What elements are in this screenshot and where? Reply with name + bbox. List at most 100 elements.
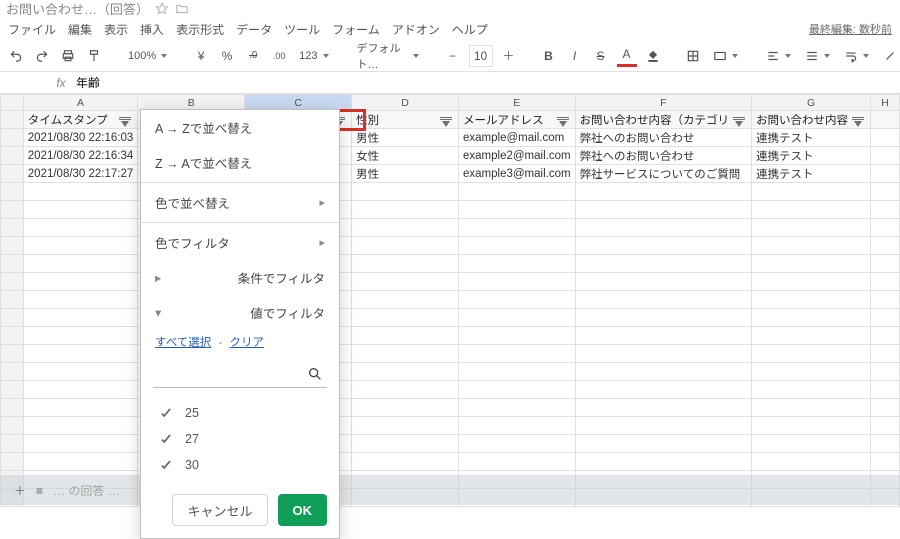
table-row[interactable] bbox=[1, 435, 900, 453]
cell[interactable] bbox=[352, 219, 459, 237]
cell[interactable] bbox=[352, 435, 459, 453]
cell[interactable] bbox=[459, 435, 576, 453]
percent-icon[interactable]: % bbox=[217, 45, 237, 67]
cell[interactable] bbox=[459, 309, 576, 327]
menu-edit[interactable]: 編集 bbox=[68, 21, 92, 38]
cell[interactable] bbox=[23, 237, 138, 255]
cell[interactable] bbox=[752, 327, 871, 345]
row-header[interactable] bbox=[1, 399, 24, 417]
ok-button[interactable]: OK bbox=[278, 494, 328, 526]
cell[interactable] bbox=[575, 363, 752, 381]
cell[interactable] bbox=[752, 345, 871, 363]
table-row[interactable]: 2021/08/30 22:16:34 女性 example2@mail.com… bbox=[1, 147, 900, 165]
cell[interactable] bbox=[459, 327, 576, 345]
row-header[interactable] bbox=[1, 237, 24, 255]
filter-icon[interactable] bbox=[557, 113, 571, 127]
filter-icon[interactable] bbox=[119, 113, 133, 127]
cell[interactable] bbox=[752, 255, 871, 273]
cell[interactable] bbox=[871, 435, 900, 453]
paint-format-icon[interactable] bbox=[84, 45, 104, 67]
table-row[interactable] bbox=[1, 237, 900, 255]
doc-title[interactable]: お問い合わせ…（回答） bbox=[6, 0, 149, 18]
menu-format[interactable]: 表示形式 bbox=[176, 21, 224, 38]
cell[interactable] bbox=[23, 219, 138, 237]
cell[interactable] bbox=[352, 273, 459, 291]
cell[interactable] bbox=[352, 327, 459, 345]
cell[interactable] bbox=[575, 201, 752, 219]
cell[interactable] bbox=[23, 399, 138, 417]
row-header[interactable] bbox=[1, 327, 24, 345]
cell[interactable] bbox=[871, 399, 900, 417]
cell[interactable] bbox=[352, 381, 459, 399]
formula-input[interactable] bbox=[72, 76, 900, 90]
menu-view[interactable]: 表示 bbox=[104, 21, 128, 38]
increase-decimal-button[interactable]: .00 bbox=[269, 45, 289, 67]
cell[interactable] bbox=[752, 453, 871, 471]
table-row[interactable] bbox=[1, 327, 900, 345]
cell[interactable] bbox=[575, 327, 752, 345]
cell[interactable] bbox=[575, 219, 752, 237]
undo-icon[interactable] bbox=[6, 45, 26, 67]
cell[interactable] bbox=[352, 291, 459, 309]
cell[interactable] bbox=[871, 363, 900, 381]
cell[interactable]: 男性 bbox=[352, 165, 459, 183]
italic-button[interactable]: I bbox=[565, 45, 585, 67]
cell[interactable] bbox=[752, 183, 871, 201]
cell[interactable]: 女性 bbox=[352, 147, 459, 165]
cell[interactable] bbox=[752, 417, 871, 435]
sheet-tab-bar[interactable]: ＋ ≡ … の回答 … bbox=[0, 475, 900, 505]
table-row[interactable] bbox=[1, 255, 900, 273]
cell[interactable] bbox=[871, 345, 900, 363]
cell[interactable] bbox=[352, 309, 459, 327]
menu-addons[interactable]: アドオン bbox=[392, 21, 440, 38]
cell[interactable] bbox=[575, 183, 752, 201]
cell[interactable] bbox=[752, 219, 871, 237]
cell[interactable] bbox=[752, 435, 871, 453]
cell[interactable] bbox=[575, 453, 752, 471]
borders-button[interactable] bbox=[683, 45, 703, 67]
decrease-decimal-button[interactable]: .0 bbox=[243, 45, 263, 67]
text-color-button[interactable]: A bbox=[617, 45, 637, 67]
sort-az[interactable]: A → Zで並べ替え bbox=[141, 110, 339, 145]
cell[interactable] bbox=[871, 453, 900, 471]
cell[interactable] bbox=[871, 327, 900, 345]
halign-button[interactable] bbox=[762, 45, 795, 67]
cell[interactable] bbox=[752, 363, 871, 381]
cell[interactable] bbox=[575, 291, 752, 309]
table-row[interactable] bbox=[1, 291, 900, 309]
filter-icon[interactable] bbox=[440, 113, 454, 127]
header-cell-F[interactable]: お問い合わせ内容（カテゴリ bbox=[575, 111, 752, 129]
bold-button[interactable]: B bbox=[539, 45, 559, 67]
menu-file[interactable]: ファイル bbox=[8, 21, 56, 38]
cell[interactable]: 連携テスト bbox=[752, 129, 871, 147]
cell[interactable] bbox=[575, 399, 752, 417]
table-row[interactable] bbox=[1, 381, 900, 399]
strike-button[interactable]: S bbox=[591, 45, 611, 67]
cell[interactable]: 男性 bbox=[352, 129, 459, 147]
cell[interactable] bbox=[575, 345, 752, 363]
cell[interactable] bbox=[23, 201, 138, 219]
sort-za[interactable]: Z → Aで並べ替え bbox=[141, 145, 339, 180]
cell[interactable] bbox=[23, 327, 138, 345]
cell[interactable]: 弊社へのお問い合わせ bbox=[575, 147, 752, 165]
cell[interactable] bbox=[459, 363, 576, 381]
col-G[interactable]: G bbox=[752, 95, 871, 111]
cell[interactable] bbox=[575, 417, 752, 435]
menu-insert[interactable]: 挿入 bbox=[140, 21, 164, 38]
cell[interactable] bbox=[23, 345, 138, 363]
filter-icon[interactable] bbox=[733, 113, 747, 127]
redo-icon[interactable] bbox=[32, 45, 52, 67]
col-D[interactable]: D bbox=[352, 95, 459, 111]
row-header[interactable] bbox=[1, 147, 24, 165]
row-header[interactable] bbox=[1, 273, 24, 291]
cell[interactable] bbox=[871, 183, 900, 201]
table-row[interactable]: 2021/08/30 22:16:03 男性 example@mail.com … bbox=[1, 129, 900, 147]
cell[interactable] bbox=[352, 345, 459, 363]
menu-data[interactable]: データ bbox=[236, 21, 272, 38]
filter-by-color[interactable]: 色でフィルタ bbox=[141, 225, 339, 260]
cell[interactable] bbox=[459, 255, 576, 273]
row-header[interactable] bbox=[1, 111, 24, 129]
header-cell-A[interactable]: タイムスタンプ bbox=[23, 111, 138, 129]
print-icon[interactable] bbox=[58, 45, 78, 67]
table-row[interactable] bbox=[1, 417, 900, 435]
